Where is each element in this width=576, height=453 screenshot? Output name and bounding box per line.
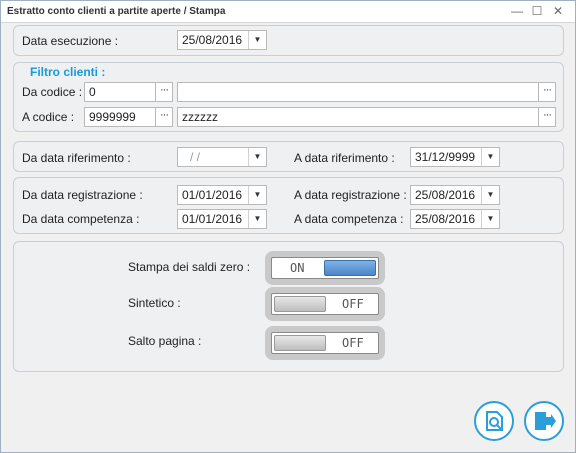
from-desc-lookup-button[interactable]: ··· bbox=[538, 82, 556, 102]
exec-date-picker[interactable]: 25/08/2016 ▼ bbox=[177, 30, 267, 50]
to-registration-picker[interactable]: 25/08/2016 ▼ bbox=[410, 185, 500, 205]
maximize-icon[interactable]: ☐ bbox=[528, 3, 546, 19]
window-title: Estratto conto clienti a partite aperte … bbox=[7, 6, 226, 17]
from-reference-label: Da data riferimento : bbox=[22, 151, 131, 165]
exec-date-label: Data esecuzione : bbox=[22, 34, 119, 48]
reference-panel: Da data riferimento : / / ▼ A data rifer… bbox=[13, 141, 564, 172]
dates-panel: Da data registrazione : 01/01/2016 ▼ A d… bbox=[13, 177, 564, 234]
from-competence-label: Da data competenza : bbox=[22, 212, 140, 226]
filter-title: Filtro clienti : bbox=[30, 65, 106, 79]
page-break-toggle-frame: OFF bbox=[265, 326, 385, 360]
minimize-icon[interactable]: — bbox=[508, 3, 526, 19]
zero-balance-label: Stampa dei saldi zero : bbox=[128, 260, 251, 274]
toggle-knob bbox=[324, 260, 376, 276]
exit-button[interactable] bbox=[524, 401, 564, 441]
close-icon[interactable]: ✕ bbox=[549, 3, 567, 19]
to-competence-label: A data competenza : bbox=[294, 212, 404, 226]
exec-panel: Data esecuzione : 25/08/2016 ▼ bbox=[13, 25, 564, 56]
from-registration-label: Da data registrazione : bbox=[22, 188, 143, 202]
print-preview-button[interactable] bbox=[474, 401, 514, 441]
chevron-down-icon[interactable]: ▼ bbox=[481, 186, 499, 204]
zero-balance-toggle[interactable]: ON bbox=[271, 257, 379, 279]
chevron-down-icon[interactable]: ▼ bbox=[248, 186, 266, 204]
to-code-lookup-button[interactable]: ··· bbox=[155, 107, 173, 127]
to-code-input[interactable]: 9999999 bbox=[84, 107, 156, 127]
synthetic-label: Sintetico : bbox=[128, 296, 181, 310]
chevron-down-icon[interactable]: ▼ bbox=[248, 148, 266, 166]
to-competence-value: 25/08/2016 bbox=[415, 212, 476, 226]
from-desc-input[interactable] bbox=[177, 82, 539, 102]
from-code-label: Da codice : bbox=[22, 85, 83, 99]
options-panel: Stampa dei saldi zero : ON Sintetico : O… bbox=[13, 241, 564, 372]
from-competence-picker[interactable]: 01/01/2016 ▼ bbox=[177, 209, 267, 229]
titlebar: Estratto conto clienti a partite aperte … bbox=[1, 1, 575, 23]
to-registration-label: A data registrazione : bbox=[294, 188, 407, 202]
toggle-knob bbox=[274, 335, 326, 351]
page-break-label: Salto pagina : bbox=[128, 334, 202, 348]
synthetic-toggle-frame: OFF bbox=[265, 287, 385, 321]
to-desc-input[interactable]: zzzzzz bbox=[177, 107, 539, 127]
filter-panel: Filtro clienti : Da codice : 0 ··· ··· A… bbox=[13, 62, 564, 132]
to-reference-value: 31/12/9999 bbox=[415, 150, 476, 164]
synthetic-toggle[interactable]: OFF bbox=[271, 293, 379, 315]
synthetic-state: OFF bbox=[342, 297, 364, 311]
window: Estratto conto clienti a partite aperte … bbox=[0, 0, 576, 453]
to-code-label: A codice : bbox=[22, 110, 75, 124]
chevron-down-icon[interactable]: ▼ bbox=[248, 210, 266, 228]
chevron-down-icon[interactable]: ▼ bbox=[481, 210, 499, 228]
from-competence-value: 01/01/2016 bbox=[182, 212, 243, 226]
to-reference-picker[interactable]: 31/12/9999 ▼ bbox=[410, 147, 500, 167]
from-reference-picker[interactable]: / / ▼ bbox=[177, 147, 267, 167]
from-registration-picker[interactable]: 01/01/2016 ▼ bbox=[177, 185, 267, 205]
to-desc-lookup-button[interactable]: ··· bbox=[538, 107, 556, 127]
zero-balance-toggle-frame: ON bbox=[265, 251, 385, 285]
zero-balance-state: ON bbox=[290, 261, 305, 275]
from-reference-value: / / bbox=[190, 150, 201, 164]
exit-icon bbox=[535, 412, 556, 430]
from-code-input[interactable]: 0 bbox=[84, 82, 156, 102]
exec-date-value: 25/08/2016 bbox=[182, 33, 243, 47]
to-competence-picker[interactable]: 25/08/2016 ▼ bbox=[410, 209, 500, 229]
to-reference-label: A data riferimento : bbox=[294, 151, 395, 165]
page-break-toggle[interactable]: OFF bbox=[271, 332, 379, 354]
from-code-lookup-button[interactable]: ··· bbox=[155, 82, 173, 102]
page-break-state: OFF bbox=[342, 336, 364, 350]
preview-icon bbox=[486, 411, 503, 431]
chevron-down-icon[interactable]: ▼ bbox=[481, 148, 499, 166]
toggle-knob bbox=[274, 296, 326, 312]
chevron-down-icon[interactable]: ▼ bbox=[248, 31, 266, 49]
from-registration-value: 01/01/2016 bbox=[182, 188, 243, 202]
to-registration-value: 25/08/2016 bbox=[415, 188, 476, 202]
